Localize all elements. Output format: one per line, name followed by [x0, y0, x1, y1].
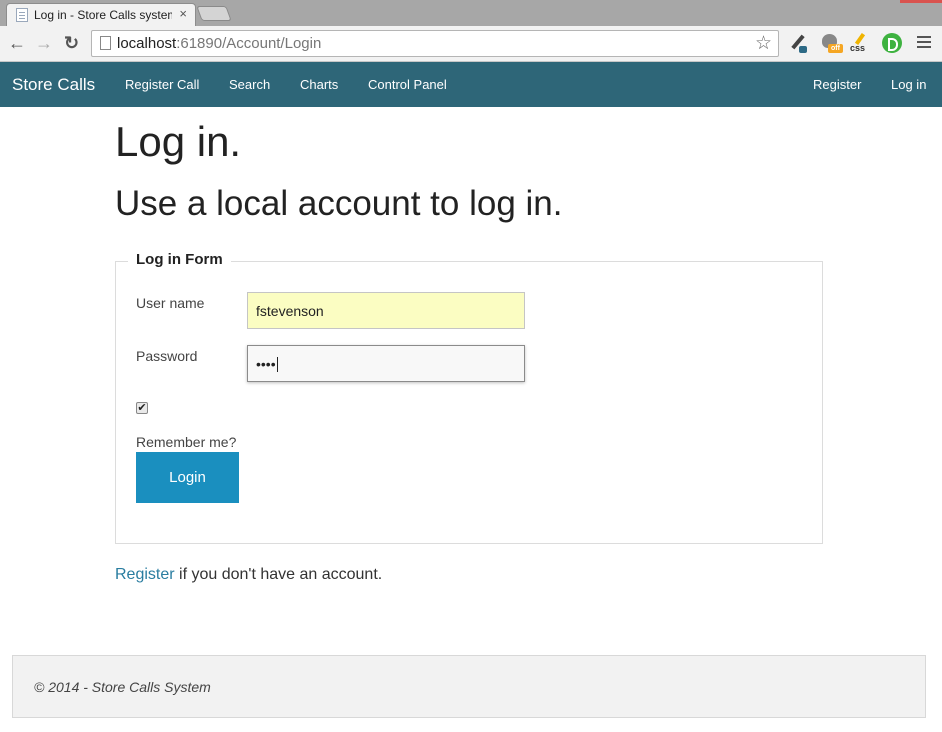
register-footnote: Register if you don't have an account.	[115, 566, 382, 584]
form-legend: Log in Form	[128, 251, 231, 268]
username-input[interactable]: fstevenson	[247, 292, 525, 329]
username-label: User name	[136, 295, 205, 311]
page-subtitle: Use a local account to log in.	[115, 184, 563, 223]
remember-me-label: Remember me?	[136, 434, 237, 450]
page-icon	[100, 36, 111, 50]
nav-control-panel[interactable]: Control Panel	[368, 77, 447, 92]
page-title: Log in.	[115, 118, 242, 165]
back-arrow-icon[interactable]: ←	[8, 34, 26, 52]
page-footer: © 2014 - Store Calls System	[12, 655, 926, 718]
window-close-strip[interactable]	[900, 0, 942, 3]
address-bar[interactable]: localhost:61890/Account/Login ☆	[91, 30, 779, 57]
ghostery-icon[interactable]	[882, 33, 902, 53]
tab-title: Log in - Store Calls system	[34, 8, 172, 22]
browser-tab-strip: Log in - Store Calls system ×	[0, 0, 942, 26]
reload-icon[interactable]: ↻	[64, 34, 79, 52]
page-favicon-icon	[16, 8, 28, 22]
tab-close-icon[interactable]: ×	[179, 6, 187, 21]
register-link[interactable]: Register	[115, 566, 175, 583]
url-text[interactable]: localhost:61890/Account/Login	[117, 35, 321, 52]
password-label: Password	[136, 348, 198, 364]
forward-arrow-icon[interactable]: →	[35, 34, 53, 52]
new-tab-button[interactable]	[196, 6, 232, 21]
browser-tab[interactable]: Log in - Store Calls system ×	[6, 3, 196, 26]
bookmark-star-icon[interactable]: ☆	[755, 32, 772, 55]
copyright-text: © 2014 - Store Calls System	[34, 679, 211, 695]
register-footnote-text: if you don't have an account.	[174, 566, 383, 583]
css-pencil-icon[interactable]: css	[850, 32, 870, 53]
remember-me-checkbox[interactable]: ✔	[136, 402, 148, 414]
text-caret	[276, 357, 278, 372]
nav-register-call[interactable]: Register Call	[125, 77, 199, 92]
site-navbar: Store Calls Register Call Search Charts …	[0, 62, 942, 107]
nav-charts[interactable]: Charts	[300, 77, 338, 92]
brand-link[interactable]: Store Calls	[12, 75, 95, 95]
browser-toolbar: ← → ↻ localhost:61890/Account/Login ☆ of…	[0, 26, 942, 62]
login-button[interactable]: Login	[136, 452, 239, 503]
eyedropper-icon[interactable]	[788, 33, 808, 53]
browser-menu-icon[interactable]	[917, 36, 931, 48]
nav-register[interactable]: Register	[813, 77, 861, 92]
off-cat-icon[interactable]: off	[820, 33, 843, 53]
nav-log-in[interactable]: Log in	[891, 77, 926, 92]
password-input[interactable]: ••••	[247, 345, 525, 382]
nav-search[interactable]: Search	[229, 77, 270, 92]
